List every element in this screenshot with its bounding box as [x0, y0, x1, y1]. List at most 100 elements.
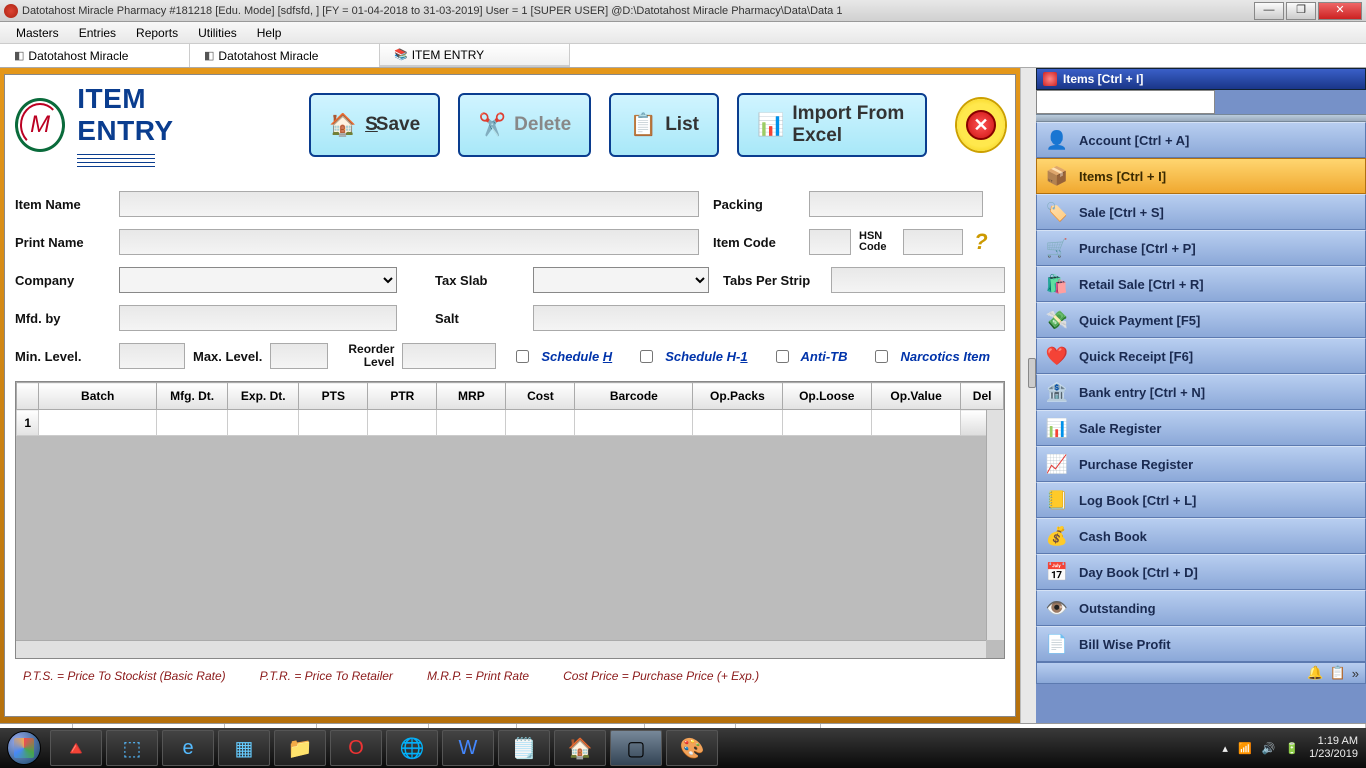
chevron-icon[interactable]: » [1352, 666, 1359, 681]
taskbar-opera[interactable]: O [330, 730, 382, 766]
minimize-button[interactable]: — [1254, 2, 1284, 20]
tray-volume-icon[interactable]: 🔊 [1262, 742, 1276, 755]
table-row[interactable]: 1 [17, 410, 1004, 436]
col-ptr[interactable]: PTR [368, 383, 437, 410]
side-panel-grip[interactable] [1036, 114, 1366, 122]
side-panel: Items [Ctrl + I] 👤Account [Ctrl + A]📦Ite… [1036, 68, 1366, 723]
taskbar-vlc[interactable]: 🔺 [50, 730, 102, 766]
tab-icon: ◧ [204, 49, 214, 62]
sidebar-item-label: Retail Sale [Ctrl + R] [1079, 277, 1204, 292]
delete-button[interactable]: ✂️Delete [458, 93, 591, 157]
footer-icon-1[interactable]: 🔔 [1307, 665, 1323, 681]
col-op-packs[interactable]: Op.Packs [693, 383, 782, 410]
sidebar-item-5[interactable]: 💸Quick Payment [F5] [1036, 302, 1366, 338]
schedule-h1-checkbox[interactable] [640, 350, 653, 363]
start-button[interactable] [0, 729, 48, 767]
sidebar-item-7[interactable]: 🏦Bank entry [Ctrl + N] [1036, 374, 1366, 410]
sidebar-item-icon: ❤️ [1045, 344, 1069, 368]
tray-clock[interactable]: 1:19 AM 1/23/2019 [1309, 735, 1358, 761]
menu-masters[interactable]: Masters [6, 24, 69, 42]
col-exp-dt[interactable]: Exp. Dt. [228, 383, 299, 410]
taskbar-pharmacy[interactable]: 🏠 [554, 730, 606, 766]
taskbar-explorer[interactable]: 📁 [274, 730, 326, 766]
print-name-input[interactable] [119, 229, 699, 255]
sidebar-item-label: Account [Ctrl + A] [1079, 133, 1189, 148]
reorder-level-input[interactable] [402, 343, 496, 369]
max-level-input[interactable] [270, 343, 328, 369]
col-mrp[interactable]: MRP [437, 383, 506, 410]
tab-item-entry[interactable]: 📚ITEM ENTRY [380, 44, 570, 67]
tab-datotahost-1[interactable]: ◧Datotahost Miracle [0, 44, 190, 67]
mfd-by-input[interactable] [119, 305, 397, 331]
col-del[interactable]: Del [961, 383, 1004, 410]
sidebar-item-label: Sale Register [1079, 421, 1161, 436]
col-op-value[interactable]: Op.Value [871, 383, 960, 410]
sidebar-item-1[interactable]: 📦Items [Ctrl + I] [1036, 158, 1366, 194]
col-cost[interactable]: Cost [506, 383, 575, 410]
taskbar-snip[interactable]: ▢ [610, 730, 662, 766]
sidebar-item-10[interactable]: 📒Log Book [Ctrl + L] [1036, 482, 1366, 518]
tray-battery-icon[interactable]: 🔋 [1285, 742, 1299, 755]
salt-input[interactable] [533, 305, 1005, 331]
taskbar-taskmgr[interactable]: ▦ [218, 730, 270, 766]
tray-chevron-icon[interactable]: ▴ [1222, 742, 1228, 755]
menu-help[interactable]: Help [247, 24, 292, 42]
close-form-button[interactable]: ✕ [957, 99, 1005, 151]
sidebar-item-8[interactable]: 📊Sale Register [1036, 410, 1366, 446]
hsn-code-input[interactable] [903, 229, 963, 255]
import-button[interactable]: 📊Import From Excel [737, 93, 927, 157]
tabbar: ◧Datotahost Miracle ◧Datotahost Miracle … [0, 44, 1366, 68]
narcotics-checkbox[interactable] [875, 350, 888, 363]
sidebar-item-6[interactable]: ❤️Quick Receipt [F6] [1036, 338, 1366, 374]
close-window-button[interactable]: ✕ [1318, 2, 1362, 20]
batch-table-wrap: Batch Mfg. Dt. Exp. Dt. PTS PTR MRP Cost… [15, 381, 1005, 659]
menu-utilities[interactable]: Utilities [188, 24, 247, 42]
col-barcode[interactable]: Barcode [575, 383, 693, 410]
sidebar-item-0[interactable]: 👤Account [Ctrl + A] [1036, 122, 1366, 158]
save-button[interactable]: 🏠SSave [309, 93, 440, 157]
sidebar-item-13[interactable]: 👁️Outstanding [1036, 590, 1366, 626]
list-button[interactable]: 📋List [609, 93, 719, 157]
sidebar-item-4[interactable]: 🛍️Retail Sale [Ctrl + R] [1036, 266, 1366, 302]
tabs-per-strip-input[interactable] [831, 267, 1005, 293]
item-name-input[interactable] [119, 191, 699, 217]
sidebar-item-14[interactable]: 📄Bill Wise Profit [1036, 626, 1366, 662]
anti-tb-checkbox[interactable] [776, 350, 789, 363]
table-scrollbar-h[interactable] [16, 640, 986, 658]
company-select[interactable] [119, 267, 397, 293]
menubar: Masters Entries Reports Utilities Help [0, 22, 1366, 44]
col-mfg-dt[interactable]: Mfg. Dt. [157, 383, 228, 410]
taskbar-chrome[interactable]: 🌐 [386, 730, 438, 766]
col-op-loose[interactable]: Op.Loose [782, 383, 871, 410]
item-code-input[interactable] [809, 229, 851, 255]
min-level-input[interactable] [119, 343, 185, 369]
taskbar-app1[interactable]: ⬚ [106, 730, 158, 766]
tab-datotahost-2[interactable]: ◧Datotahost Miracle [190, 44, 380, 67]
sidebar-item-3[interactable]: 🛒Purchase [Ctrl + P] [1036, 230, 1366, 266]
col-pts[interactable]: PTS [299, 383, 368, 410]
sidebar-item-11[interactable]: 💰Cash Book [1036, 518, 1366, 554]
taskbar-ie[interactable]: e [162, 730, 214, 766]
side-panel-footer: 🔔 📋 » [1036, 662, 1366, 684]
footer-icon-2[interactable]: 📋 [1330, 665, 1346, 681]
sidebar-item-9[interactable]: 📈Purchase Register [1036, 446, 1366, 482]
side-panel-search[interactable] [1036, 90, 1215, 114]
packing-input[interactable] [809, 191, 983, 217]
col-batch[interactable]: Batch [39, 383, 157, 410]
tax-slab-select[interactable] [533, 267, 709, 293]
help-icon[interactable]: ? [971, 229, 991, 255]
taskbar-notes[interactable]: 🗒️ [498, 730, 550, 766]
schedule-h-checkbox[interactable] [516, 350, 529, 363]
mdi-scrollbar[interactable] [1020, 68, 1036, 723]
sidebar-item-label: Quick Payment [F5] [1079, 313, 1200, 328]
sidebar-item-12[interactable]: 📅Day Book [Ctrl + D] [1036, 554, 1366, 590]
menu-reports[interactable]: Reports [126, 24, 188, 42]
taskbar-paint[interactable]: 🎨 [666, 730, 718, 766]
sidebar-item-2[interactable]: 🏷️Sale [Ctrl + S] [1036, 194, 1366, 230]
menu-entries[interactable]: Entries [69, 24, 126, 42]
app-logo: M [15, 98, 65, 152]
maximize-button[interactable]: ❐ [1286, 2, 1316, 20]
taskbar-word[interactable]: W [442, 730, 494, 766]
table-scrollbar-v[interactable] [986, 410, 1004, 640]
tray-network-icon[interactable]: 📶 [1238, 742, 1252, 755]
